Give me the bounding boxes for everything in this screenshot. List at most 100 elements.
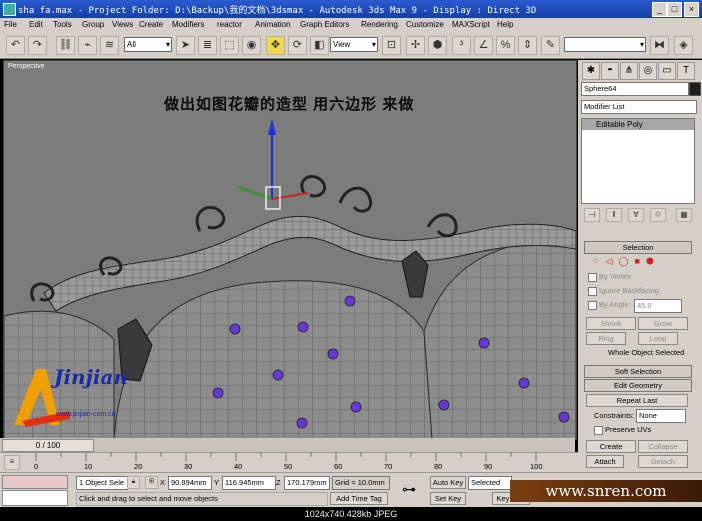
unlink-icon[interactable]: ⌁ xyxy=(78,36,97,55)
mirror-icon[interactable]: ⧓ xyxy=(650,36,669,55)
add-time-tag-button[interactable]: Add Time Tag xyxy=(330,492,388,505)
utilities-tab-icon[interactable]: T xyxy=(677,62,695,80)
redo-icon[interactable]: ↷ xyxy=(28,36,47,55)
menu-graph-editors[interactable]: Graph Editors xyxy=(300,20,349,29)
menu-modifiers[interactable]: Modifiers xyxy=(172,20,204,29)
bind-space-warp-icon[interactable]: ≋ xyxy=(100,36,119,55)
menu-group[interactable]: Group xyxy=(82,20,104,29)
menu-reactor[interactable]: reactor xyxy=(217,20,242,29)
menu-file[interactable]: File xyxy=(4,20,17,29)
collapse-button[interactable]: Collapse xyxy=(638,440,688,453)
minimize-button[interactable]: _ xyxy=(652,2,667,17)
modifier-stack[interactable]: Editable Poly xyxy=(581,118,695,204)
menu-help[interactable]: Help xyxy=(497,20,513,29)
show-end-result-icon[interactable]: ‖ xyxy=(606,208,622,222)
repeat-last-button[interactable]: Repeat Last xyxy=(586,394,688,407)
remove-modifier-icon[interactable]: ♲ xyxy=(650,208,666,222)
snaps-toggle-icon[interactable]: ³ xyxy=(452,36,471,55)
object-color-swatch[interactable] xyxy=(689,82,701,96)
grow-button[interactable]: Grow xyxy=(638,317,688,330)
detach-button[interactable]: Detach xyxy=(638,455,688,468)
stack-item-editable-poly[interactable]: Editable Poly xyxy=(582,119,694,130)
select-and-move-icon[interactable]: ✥ xyxy=(266,36,285,55)
selection-rollout-header[interactable]: Selection xyxy=(584,241,692,254)
time-slider-thumb[interactable]: 0 / 100 xyxy=(2,439,94,452)
window-crossing-icon[interactable]: ◉ xyxy=(242,36,261,55)
selection-filter-dropdown[interactable]: All xyxy=(124,37,172,52)
configure-sets-icon[interactable]: ▦ xyxy=(676,208,692,222)
by-angle-spinner[interactable]: 45.0 xyxy=(634,299,682,313)
menu-views[interactable]: Views xyxy=(112,20,133,29)
modify-tab-icon[interactable]: ◓ xyxy=(601,62,619,80)
named-selection-sets-dropdown[interactable] xyxy=(564,37,646,52)
preserve-uvs-checkbox[interactable] xyxy=(594,426,603,435)
by-angle-label: By Angle: xyxy=(599,300,631,309)
rectangular-selection-icon[interactable]: ⬚ xyxy=(220,36,239,55)
named-selection-icon[interactable]: ✎ xyxy=(541,36,560,55)
menu-bar: File Edit Tools Group Views Create Modif… xyxy=(0,18,702,33)
mini-curve-editor-icon[interactable]: ≡ xyxy=(4,455,20,470)
menu-tools[interactable]: Tools xyxy=(53,20,72,29)
menu-maxscript[interactable]: MAXScript xyxy=(452,20,490,29)
app-icon[interactable] xyxy=(3,3,16,16)
select-link-icon[interactable]: ⛓ xyxy=(56,36,75,55)
ring-button[interactable]: Ring xyxy=(586,332,626,345)
select-by-name-icon[interactable]: ≣ xyxy=(198,36,217,55)
motion-tab-icon[interactable]: ◎ xyxy=(639,62,657,80)
pin-stack-icon[interactable]: ⊣ xyxy=(584,208,600,222)
align-icon[interactable]: ◈ xyxy=(674,36,693,55)
absolute-mode-icon[interactable]: ⊞ xyxy=(145,476,158,489)
loop-button[interactable]: Loop xyxy=(638,332,678,345)
make-unique-icon[interactable]: ∀ xyxy=(628,208,644,222)
by-vertex-checkbox[interactable] xyxy=(588,273,597,282)
jinjian-logo: Jinjian www.jinjian-com.cn xyxy=(8,361,158,433)
by-angle-checkbox[interactable] xyxy=(588,301,597,310)
select-and-scale-icon[interactable]: ◧ xyxy=(310,36,329,55)
use-pivot-center-icon[interactable]: ⊡ xyxy=(382,36,401,55)
menu-edit[interactable]: Edit xyxy=(29,20,43,29)
menu-create[interactable]: Create xyxy=(139,20,163,29)
angle-snap-icon[interactable]: ∠ xyxy=(474,36,493,55)
create-button[interactable]: Create xyxy=(586,440,636,453)
set-key-button[interactable]: Set Key xyxy=(430,492,466,505)
modifier-list-dropdown[interactable]: Modifier List xyxy=(581,100,697,114)
select-and-manipulate-icon[interactable]: ✢ xyxy=(406,36,425,55)
soft-selection-rollout-header[interactable]: Soft Selection xyxy=(584,365,692,378)
constraints-dropdown[interactable]: None xyxy=(636,409,686,423)
ignore-backfacing-checkbox[interactable] xyxy=(588,287,597,296)
track-bar[interactable]: ≡ 0 10 20 30 40 50 60 70 80 90 100 xyxy=(0,452,578,473)
keyboard-shortcut-icon[interactable]: ⬢ xyxy=(428,36,447,55)
close-button[interactable]: × xyxy=(684,2,699,17)
z-coordinate-field[interactable]: 170.179mm xyxy=(284,476,330,490)
attach-button[interactable]: Attach xyxy=(586,455,624,468)
selection-lock-icon[interactable]: 🔒︎ xyxy=(127,476,140,489)
hierarchy-tab-icon[interactable]: ⋔ xyxy=(620,62,638,80)
spinner-snap-icon[interactable]: ⇕ xyxy=(518,36,537,55)
object-name-field[interactable]: Sphere64 xyxy=(581,82,689,96)
menu-customize[interactable]: Customize xyxy=(406,20,444,29)
create-tab-icon[interactable]: ✱ xyxy=(582,62,600,80)
set-key-mode-icon[interactable]: ⊶ xyxy=(402,481,416,498)
menu-rendering[interactable]: Rendering xyxy=(361,20,398,29)
subobject-level-icons[interactable]: ⁘◁◯■⬢ xyxy=(592,256,660,267)
menu-animation[interactable]: Animation xyxy=(255,20,291,29)
perspective-viewport[interactable]: Perspective 做出如图花瓣的造型 用六边形 来做 Jinjian ww… xyxy=(3,60,577,440)
maxscript-listener-white[interactable] xyxy=(2,490,68,506)
logo-text: Jinjian xyxy=(54,365,128,389)
shrink-button[interactable]: Shrink xyxy=(586,317,636,330)
y-coordinate-field[interactable]: 116.945mm xyxy=(222,476,276,490)
key-mode-dropdown[interactable]: Selected xyxy=(468,476,512,490)
x-coordinate-field[interactable]: 90.994mm xyxy=(168,476,212,490)
reference-coordinate-dropdown[interactable]: View xyxy=(330,37,378,52)
select-and-rotate-icon[interactable]: ⟳ xyxy=(288,36,307,55)
undo-icon[interactable]: ↶ xyxy=(6,36,25,55)
percent-snap-icon[interactable]: % xyxy=(496,36,515,55)
display-tab-icon[interactable]: ▭ xyxy=(658,62,676,80)
select-object-icon[interactable]: ➤ xyxy=(176,36,195,55)
site-watermark: www.snren.com xyxy=(510,480,702,502)
auto-key-button[interactable]: Auto Key xyxy=(430,476,466,489)
time-slider-track[interactable]: 0 / 100 xyxy=(0,438,575,452)
maximize-button[interactable]: □ xyxy=(667,2,682,17)
edit-geometry-rollout-header[interactable]: Edit Geometry xyxy=(584,379,692,392)
maxscript-listener-pink[interactable] xyxy=(2,475,68,489)
